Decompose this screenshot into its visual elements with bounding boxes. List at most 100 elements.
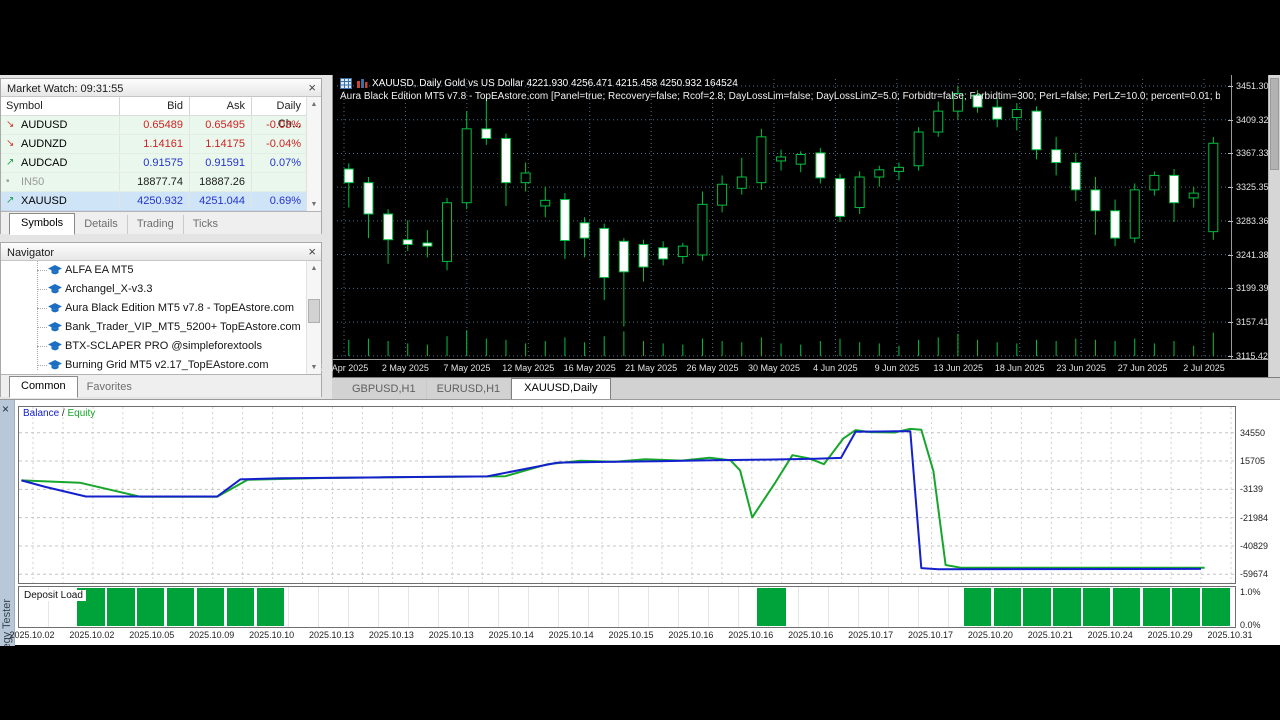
tester-value-label: 34550 [1240,428,1265,438]
ask-value: 18887.26 [189,173,251,191]
legend-equity: Equity [67,408,95,419]
market-watch-titlebar[interactable]: Market Watch: 09:31:55 × [1,79,321,97]
close-icon[interactable]: × [2,402,9,416]
market-watch-panel: Market Watch: 09:31:55 × SymbolBidAskDai… [0,78,322,234]
column-header-ask[interactable]: Ask [189,97,251,115]
deposit-load-bar [1053,588,1080,626]
symbol-name: XAUUSD [21,192,67,210]
ea-name: ALFA EA MT5 [65,264,133,276]
legend-balance: Balance [23,408,59,419]
chart-time-axis[interactable]: 28 Apr 20252 May 20257 May 202512 May 20… [333,359,1269,377]
tester-value-label: -40829 [1240,541,1268,551]
tab-common[interactable]: Common [9,376,78,398]
tester-value-axis: 34550 15705 -3139 -21984 -40829 -59674 1.0% 0.0… [1240,400,1280,646]
tester-value-label: -59674 [1240,569,1268,579]
navigator-item-ea[interactable]: Bank_Trader_VIP_MT5_5200+ TopEAstore.com [1,318,321,337]
bid-value: 1.14161 [119,135,189,153]
navigator-title: Navigator [7,247,54,259]
ask-value: 0.65495 [189,116,251,134]
symbol-cell: ↘ AUDUSD [1,116,119,134]
market-watch-row-in50[interactable]: •IN5018877.7418887.26 [1,173,321,192]
ea-name: Bank_Trader_VIP_MT5_5200+ TopEAstore.com [65,321,301,333]
chart-tab-xauusd-daily[interactable]: XAUUSD,Daily [511,378,610,399]
bid-value: 0.65489 [119,116,189,134]
scroll-up-icon[interactable]: ▲ [307,101,321,108]
ea-name: Burning Grid MT5 v2.17_TopEAstore.com [65,359,269,371]
symbol-name: AUDUSD [21,116,67,134]
deposit-min-label: 0.0% [1240,620,1261,630]
navigator-item-ea[interactable]: Burning Grid MT5 v2.17_TopEAstore.com [1,356,321,374]
trend-up-icon: ↗ [6,192,16,210]
expert-advisor-icon [48,322,62,333]
deposit-load-bar [197,588,224,626]
deposit-load-bar [1143,588,1170,626]
bid-value: 0.91575 [119,154,189,172]
market-watch-row-xauusd[interactable]: ↗XAUUSD4250.9324251.0440.69% [1,192,321,211]
tester-value-label: -3139 [1240,484,1263,494]
navigator-item-ea[interactable]: ALFA EA MT5 [1,261,321,280]
expert-advisor-icon [48,360,62,371]
navigator-tabs: CommonFavorites [1,374,321,397]
chart-tab-bar: GBPUSD,H1EURUSD,H1XAUUSD,Daily [332,377,1280,399]
column-header-bid[interactable]: Bid [119,97,189,115]
column-header-chg[interactable]: Daily Ch... [251,97,306,115]
column-header-sym[interactable]: Symbol [1,97,119,115]
navigator-item-ea[interactable]: Archangel_X-v3.3 [1,280,321,299]
market-watch-row-audnzd[interactable]: ↘AUDNZD1.141611.14175-0.04% [1,135,321,154]
navigator-panel: Navigator × ▲ ▼ ALFA EA MT5Archangel_X-v… [0,242,322,397]
ea-name: Aura Black Edition MT5 v7.8 - TopEAstore… [65,302,294,314]
tab-symbols[interactable]: Symbols [9,213,75,235]
tester-date-label: 2025.10.31 [1195,630,1265,640]
navigator-item-ea[interactable]: Aura Black Edition MT5 v7.8 - TopEAstore… [1,299,321,318]
symbol-cell: •IN50 [1,173,119,191]
deposit-load-chart[interactable]: Deposit Load [18,586,1236,628]
symbol-name: AUDCAD [21,154,67,172]
candlestick-chart[interactable] [337,79,1231,359]
ask-value: 0.91591 [189,154,251,172]
deposit-load-bar [1202,588,1229,626]
tester-value-label: 15705 [1240,456,1265,466]
trend-none-icon: • [6,173,16,191]
market-watch-table: SymbolBidAskDaily Ch... ↘AUDUSD0.654890.… [1,97,321,211]
ask-value: 1.14175 [189,135,251,153]
expert-advisor-icon [48,284,62,295]
market-watch-row-audusd[interactable]: ↘AUDUSD0.654890.65495-0.03% [1,116,321,135]
chart-window[interactable]: 3451.3053409.3203367.3353325.3503283.365… [332,75,1268,377]
close-icon[interactable]: × [308,79,316,96]
tab-details[interactable]: Details [75,215,128,234]
bid-value: 18877.74 [119,173,189,191]
deposit-load-bar [964,588,991,626]
deposit-load-bar [1023,588,1050,626]
scrollbar-thumb[interactable] [1270,78,1279,170]
tester-value-label: -21984 [1240,513,1268,523]
expert-advisor-icon [48,303,62,314]
deposit-max-label: 1.0% [1240,587,1261,597]
chart-price-axis[interactable]: 3451.3053409.3203367.3353325.3503283.365… [1231,75,1269,359]
strategy-tester-sidebar[interactable]: × Strategy Tester [0,400,15,646]
deposit-load-bar [257,588,284,626]
tab-trading[interactable]: Trading [128,215,184,234]
trend-down-icon: ↘ [6,116,16,134]
tab-ticks[interactable]: Ticks [184,215,227,234]
market-watch-title: Market Watch: 09:31:55 [7,83,123,95]
deposit-load-bar [107,588,134,626]
chart-vertical-scrollbar[interactable] [1268,75,1280,377]
deposit-load-bar [1083,588,1110,626]
tab-favorites[interactable]: Favorites [78,378,141,397]
ea-name: BTX-SCLAPER PRO @simpleforextools [65,340,262,352]
deposit-load-bar [1172,588,1199,626]
symbol-cell: ↗AUDCAD [1,154,119,172]
scroll-down-icon[interactable]: ▼ [307,201,321,208]
market-watch-scrollbar[interactable]: ▲ ▼ [306,97,321,211]
chart-tab-gbpusd-h1[interactable]: GBPUSD,H1 [342,380,427,399]
chart-tab-eurusd-h1[interactable]: EURUSD,H1 [427,380,512,399]
market-watch-row-audcad[interactable]: ↗AUDCAD0.915750.915910.07% [1,154,321,173]
trend-down-icon: ↘ [6,135,16,153]
close-icon[interactable]: × [308,243,316,260]
tester-date-axis: 2025.10.022025.10.022025.10.052025.10.09… [18,630,1274,644]
navigator-titlebar[interactable]: Navigator × [1,243,321,261]
balance-equity-chart[interactable]: Balance / Equity [18,406,1236,584]
daily-change-value: 0.69% [251,192,306,210]
symbol-name: AUDNZD [21,135,67,153]
navigator-item-ea[interactable]: BTX-SCLAPER PRO @simpleforextools [1,337,321,356]
